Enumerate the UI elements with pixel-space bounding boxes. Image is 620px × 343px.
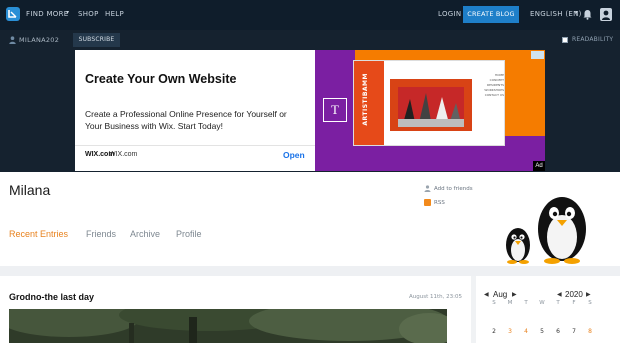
help-link[interactable]: HELP xyxy=(105,10,124,18)
next-month-arrow-icon[interactable]: ▶ xyxy=(512,291,517,298)
chevron-down-icon[interactable]: ▾ xyxy=(66,9,69,16)
livejournal-logo-icon[interactable] xyxy=(6,7,20,21)
calendar-weekday: S xyxy=(492,300,496,306)
ad-body-text: Create a Professional Online Presence fo… xyxy=(85,109,287,131)
user-avatar-icon[interactable] xyxy=(600,8,612,21)
calendar-day-link[interactable]: 4 xyxy=(521,328,531,335)
user-icon xyxy=(9,36,16,44)
tab-profile[interactable]: Profile xyxy=(176,229,202,239)
ad-title[interactable]: Create Your Own Website xyxy=(85,72,236,86)
find-more-menu[interactable]: FIND MORE xyxy=(26,10,68,18)
top-navigation-bar: FIND MORE ▾ SHOP HELP LOGIN CREATE BLOG … xyxy=(0,0,620,30)
readability-label[interactable]: READABILITY xyxy=(572,36,613,43)
ad-preview-artwork xyxy=(390,79,472,131)
ad-preview-brand: ARTISTIBAMM xyxy=(362,73,369,126)
login-link[interactable]: LOGIN xyxy=(438,10,461,18)
wix-advertisement[interactable]: Create Your Own Website Create a Profess… xyxy=(75,50,545,171)
language-selector[interactable]: ENGLISH (EN) xyxy=(530,10,582,18)
add-friend-icon[interactable] xyxy=(424,185,431,192)
notification-bell-icon[interactable] xyxy=(583,9,592,20)
ad-open-button[interactable]: Open xyxy=(283,150,305,160)
entry-photo[interactable] xyxy=(9,309,447,343)
calendar-month: Aug xyxy=(493,290,508,299)
entry-date[interactable]: August 11th, 23:05 xyxy=(409,294,462,300)
create-blog-button[interactable]: CREATE BLOG xyxy=(463,6,519,23)
subscribe-button[interactable]: SUBSCRIBE xyxy=(73,33,120,47)
next-year-arrow-icon[interactable]: ▶ xyxy=(586,291,591,298)
shop-link[interactable]: SHOP xyxy=(78,10,99,18)
ad-preview-artwork-inner xyxy=(398,87,464,127)
calendar-weekday: T xyxy=(524,300,528,306)
add-to-friends-link[interactable]: Add to friends xyxy=(434,186,473,192)
content-separator xyxy=(0,266,620,276)
calendar-weekday: W xyxy=(539,300,545,306)
calendar-year: 2020 xyxy=(565,290,583,299)
calendar-weekday: S xyxy=(588,300,592,306)
ad-label: Ad xyxy=(533,161,545,171)
ad-preview-menu-item: CONTACT US xyxy=(484,93,504,97)
ad-preview-menu: HOME CONCEPT RESIDENTS WORKSHOPS CONTACT… xyxy=(478,73,504,98)
readability-checkbox[interactable] xyxy=(562,37,568,43)
ad-preview-sidebar: ARTISTIBAMM xyxy=(354,61,384,145)
rss-icon[interactable] xyxy=(424,199,431,206)
prev-year-arrow-icon[interactable]: ◀ xyxy=(557,291,562,298)
calendar-day: 5 xyxy=(540,328,544,335)
entry-title[interactable]: Grodno-the last day xyxy=(9,292,94,302)
ad-url: WIX.com xyxy=(109,151,138,158)
tab-friends[interactable]: Friends xyxy=(86,229,116,239)
journal-title[interactable]: Milana xyxy=(9,182,50,198)
calendar-weekday: F xyxy=(572,300,576,306)
journal-subbar: MILANA202 SUBSCRIBE READABILITY xyxy=(0,30,620,50)
calendar-day-link[interactable]: 3 xyxy=(505,328,515,335)
tab-recent-entries[interactable]: Recent Entries xyxy=(9,229,68,239)
ad-divider xyxy=(75,145,315,146)
ad-template-badge: T xyxy=(323,98,347,122)
prev-month-arrow-icon[interactable]: ◀ xyxy=(484,291,489,298)
calendar-day: 7 xyxy=(572,328,576,335)
calendar-day: 2 xyxy=(492,328,496,335)
calendar-weekday: T xyxy=(556,300,560,306)
ad-choices-icon[interactable] xyxy=(531,51,544,59)
journal-username[interactable]: MILANA202 xyxy=(19,36,59,44)
tab-archive[interactable]: Archive xyxy=(130,229,160,239)
chevron-down-icon[interactable]: ▾ xyxy=(575,9,578,16)
calendar-weekday: M xyxy=(507,300,513,306)
calendar-day-link[interactable]: 8 xyxy=(585,328,595,335)
rss-link[interactable]: RSS xyxy=(434,200,445,206)
penguin-userpic[interactable] xyxy=(500,185,600,265)
calendar-day: 6 xyxy=(556,328,560,335)
ad-website-preview: ARTISTIBAMM HOME CONCEPT RESIDENTS WORKS… xyxy=(353,60,505,146)
